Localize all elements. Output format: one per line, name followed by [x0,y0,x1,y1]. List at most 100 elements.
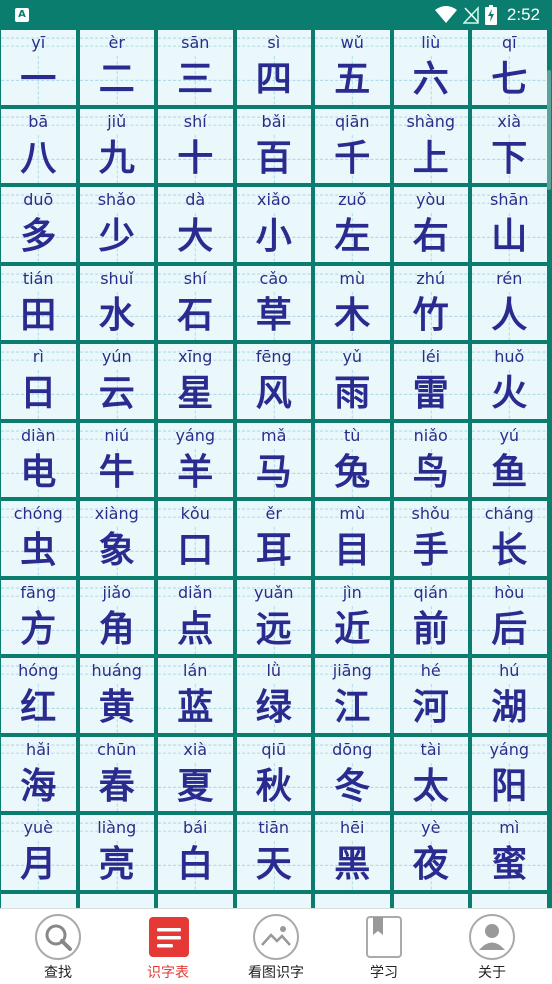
character-cell[interactable]: lán 蓝 [158,658,233,733]
character-cell[interactable]: qī 七 [472,30,547,105]
character-cell[interactable]: shǒu 手 [393,501,468,576]
character-cell[interactable]: niǎo 鸟 [393,422,468,497]
character-cell[interactable]: dōng 冬 [315,736,390,811]
character-cell[interactable]: tián 田 [1,265,76,340]
character-cell[interactable]: jìn 近 [315,579,390,654]
character-cell[interactable]: mù 木 [315,265,390,340]
character-cell[interactable]: diàn 电 [1,422,76,497]
hanzi-character: 耳 [255,530,292,571]
character-cell[interactable]: cǎo 草 [236,265,311,340]
character-cell[interactable]: bǎi 百 [236,108,311,183]
character-cell[interactable] [393,893,468,908]
character-cell[interactable]: xīng 星 [158,344,233,419]
character-cell[interactable] [158,893,233,908]
hanzi-character: 太 [412,765,449,807]
nav-picture-literacy[interactable]: 看图识字 [221,909,331,984]
character-cell[interactable]: huáng 黄 [79,658,154,733]
character-cell[interactable]: ěr 耳 [236,501,311,576]
character-cell[interactable]: zuǒ 左 [315,187,390,262]
character-cell[interactable] [315,893,390,908]
clock: 2:52 [506,5,540,24]
character-cell[interactable]: bái 白 [158,815,233,890]
character-cell[interactable]: mì 蜜 [472,815,547,890]
nav-study-label: 学习 [370,965,398,981]
character-cell[interactable]: chūn 春 [79,736,154,811]
character-cell[interactable]: diǎn 点 [158,579,233,654]
character-cell[interactable]: yáng 阳 [472,736,547,811]
character-cell[interactable]: rì 日 [1,344,76,419]
character-table[interactable]: yī 一 èr 二 sān 三 sì 四 wǔ 五 liù 六 qī 七 bā 八 jiǔ 九 shí 十 bǎi 百 qi… [0,30,552,908]
character-cell[interactable]: shí 十 [158,108,233,183]
character-cell[interactable]: yú 鱼 [472,422,547,497]
character-cell[interactable]: hé 河 [393,658,468,733]
pinyin-label: xiǎo [256,190,291,209]
character-cell[interactable]: sān 三 [158,30,233,105]
character-cell[interactable] [236,893,311,908]
character-cell[interactable]: yuè 月 [1,815,76,890]
nav-study[interactable]: 学习 [329,909,439,984]
character-cell[interactable]: niú 牛 [79,422,154,497]
character-cell[interactable]: mǎ 马 [236,422,311,497]
character-cell[interactable]: lǜ 绿 [236,658,311,733]
character-cell[interactable]: xiǎo 小 [236,187,311,262]
character-cell[interactable]: hòu 后 [472,579,547,654]
character-cell[interactable]: fēng 风 [236,344,311,419]
character-cell[interactable]: rén 人 [472,265,547,340]
character-cell[interactable]: jiǎo 角 [79,579,154,654]
hanzi-character: 天 [255,844,292,885]
character-cell[interactable]: hǎi 海 [1,736,76,811]
character-cell[interactable]: shí 石 [158,265,233,340]
character-cell[interactable]: xià 下 [472,108,547,183]
character-cell[interactable]: chóng 虫 [1,501,76,576]
character-cell[interactable]: huǒ 火 [472,344,547,419]
character-cell[interactable]: dà 大 [158,187,233,262]
character-cell[interactable]: hēi 黑 [315,815,390,890]
nav-about[interactable]: 关于 [437,909,547,984]
character-cell[interactable]: shàng 上 [393,108,468,183]
character-cell[interactable]: yòu 右 [393,187,468,262]
character-cell[interactable]: kǒu 口 [158,501,233,576]
hanzi-character: 海 [20,765,57,807]
nav-search[interactable]: 查找 [3,909,113,984]
character-cell[interactable]: liù 六 [393,30,468,105]
character-cell[interactable] [1,893,76,908]
hanzi-character: 大 [177,216,214,257]
character-cell[interactable]: duō 多 [1,187,76,262]
character-cell[interactable]: yuǎn 远 [236,579,311,654]
character-cell[interactable]: cháng 长 [472,501,547,576]
character-cell[interactable]: yǔ 雨 [315,344,390,419]
character-cell[interactable]: yún 云 [79,344,154,419]
character-cell[interactable]: hóng 红 [1,658,76,733]
character-cell[interactable]: qiān 千 [315,108,390,183]
character-cell[interactable]: yī 一 [1,30,76,105]
character-cell[interactable]: xiàng 象 [79,501,154,576]
character-cell[interactable]: wǔ 五 [315,30,390,105]
scrollbar[interactable] [547,70,551,190]
character-cell[interactable]: tài 太 [393,736,468,811]
character-cell[interactable]: jiǔ 九 [79,108,154,183]
character-cell[interactable]: hú 湖 [472,658,547,733]
character-cell[interactable]: léi 雷 [393,344,468,419]
character-cell[interactable]: sì 四 [236,30,311,105]
character-cell[interactable]: tù 兔 [315,422,390,497]
character-cell[interactable]: xià 夏 [158,736,233,811]
nav-character-table[interactable]: 识字表 [113,909,223,984]
character-cell[interactable]: yè 夜 [393,815,468,890]
character-cell[interactable]: èr 二 [79,30,154,105]
character-cell[interactable] [79,893,154,908]
character-cell[interactable]: bā 八 [1,108,76,183]
character-cell[interactable]: tiān 天 [236,815,311,890]
character-cell[interactable]: mù 目 [315,501,390,576]
character-cell[interactable]: qián 前 [393,579,468,654]
character-cell[interactable]: yáng 羊 [158,422,233,497]
character-cell[interactable]: qiū 秋 [236,736,311,811]
character-cell[interactable]: fāng 方 [1,579,76,654]
character-cell[interactable]: shān 山 [472,187,547,262]
character-cell[interactable]: jiāng 江 [315,658,390,733]
character-cell[interactable]: shǎo 少 [79,187,154,262]
character-cell[interactable]: liàng 亮 [79,815,154,890]
character-cell[interactable]: zhú 竹 [393,265,468,340]
hanzi-character: 象 [98,530,135,571]
character-cell[interactable]: shuǐ 水 [79,265,154,340]
character-cell[interactable] [472,893,547,908]
